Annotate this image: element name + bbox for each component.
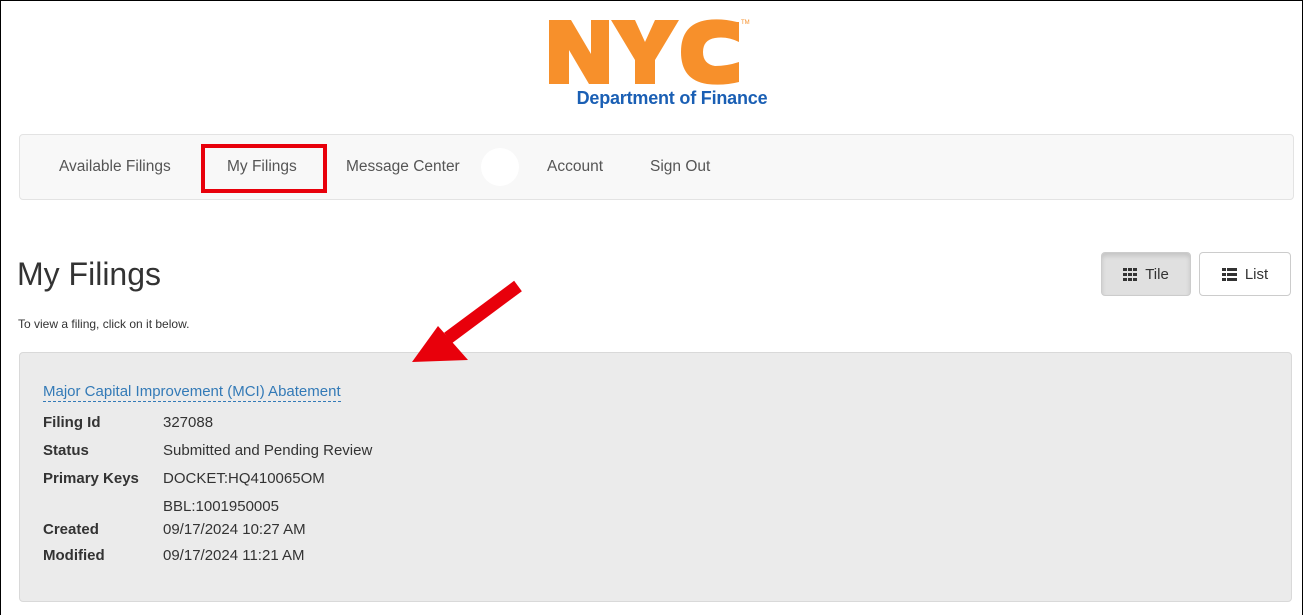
highlight-box-my-filings (201, 144, 327, 193)
nav-message-center[interactable]: Message Center (346, 135, 460, 199)
department-name: Department of Finance (576, 88, 768, 108)
primary-keys-label: Primary Keys (43, 470, 139, 487)
modified-label: Modified (43, 547, 105, 564)
status-value: Submitted and Pending Review (163, 442, 373, 459)
status-label: Status (43, 442, 89, 459)
red-arrow-annotation (412, 280, 522, 362)
tile-label: Tile (1145, 265, 1169, 283)
filing-title-link[interactable]: Major Capital Improvement (MCI) Abatemen… (43, 383, 341, 402)
filing-id-label: Filing Id (43, 414, 101, 431)
nyc-dof-logo[interactable]: TM Department of Finance (547, 14, 797, 114)
list-view-button[interactable]: List (1199, 252, 1291, 296)
nav-sign-out[interactable]: Sign Out (650, 135, 710, 199)
page-title: My Filings (17, 256, 162, 292)
tile-view-button[interactable]: Tile (1101, 252, 1191, 296)
primary-key-docket: DOCKET:HQ410065OM (163, 470, 325, 487)
list-icon (1221, 267, 1237, 281)
message-center-badge (481, 148, 519, 186)
filing-id-value: 327088 (163, 414, 214, 431)
nyc-logo-icon: TM (549, 19, 750, 85)
modified-value: 09/17/2024 11:21 AM (163, 547, 305, 564)
created-label: Created (43, 521, 99, 538)
nav-account[interactable]: Account (547, 135, 603, 199)
list-label: List (1244, 265, 1269, 283)
created-value: 09/17/2024 10:27 AM (163, 521, 306, 538)
page-hint: To view a filing, click on it below. (18, 317, 190, 331)
nav-available-filings[interactable]: Available Filings (59, 135, 171, 199)
grid-icon (1123, 267, 1138, 281)
svg-text:TM: TM (741, 20, 750, 26)
primary-key-bbl: BBL:1001950005 (163, 498, 279, 515)
